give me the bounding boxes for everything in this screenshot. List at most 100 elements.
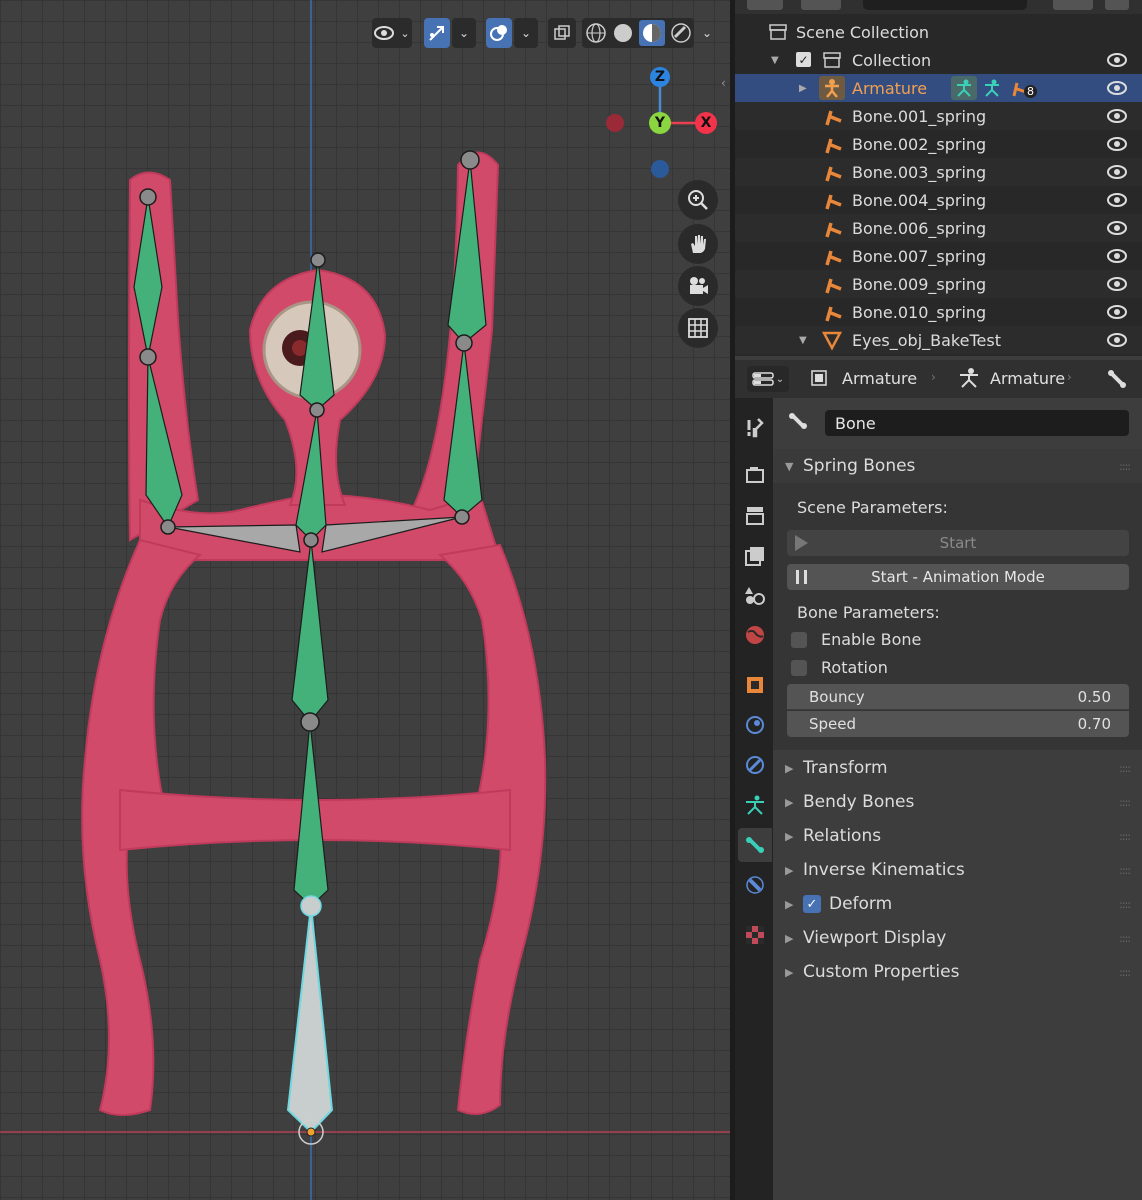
camera-view-button[interactable] — [678, 266, 718, 306]
custom-properties-panel-header[interactable]: ▶ Custom Properties — [785, 962, 959, 982]
gizmo-toggle-button[interactable] — [424, 18, 450, 48]
filter-dropdown-button[interactable] — [801, 0, 841, 10]
outliner-row-bone[interactable]: Bone.007_spring — [735, 242, 1142, 270]
eye-icon[interactable] — [1105, 330, 1129, 350]
gizmo-neg-x-axis[interactable] — [606, 114, 624, 132]
3d-viewport[interactable]: ⌄ ⌄ ⌄ ⌄ ‹ Z Y X — [0, 0, 730, 1200]
material-shading-button[interactable] — [638, 20, 665, 46]
eye-icon[interactable] — [1105, 162, 1129, 182]
editor-type-button[interactable]: ⌄ — [747, 366, 789, 392]
tab-world[interactable] — [738, 618, 772, 652]
eye-icon[interactable] — [1105, 246, 1129, 266]
row-label: Bone.006_spring — [852, 218, 987, 238]
tab-texture[interactable] — [738, 918, 772, 952]
tab-render[interactable] — [738, 458, 772, 492]
eye-icon[interactable] — [1105, 78, 1129, 98]
tab-object[interactable] — [738, 668, 772, 702]
shading-dropdown-button[interactable]: ⌄ — [696, 18, 718, 48]
eye-icon[interactable] — [1105, 274, 1129, 294]
eye-icon[interactable] — [1105, 218, 1129, 238]
deform-checkbox[interactable]: ✓ — [803, 895, 821, 913]
rendered-shading-icon[interactable] — [670, 22, 692, 44]
outliner-row-bone[interactable]: Bone.004_spring — [735, 186, 1142, 214]
tab-view-layer[interactable] — [738, 538, 772, 572]
outliner-row-bone[interactable]: Bone.006_spring — [735, 214, 1142, 242]
ortho-toggle-button[interactable] — [678, 308, 718, 348]
outliner-row-bone[interactable]: Bone.010_spring — [735, 298, 1142, 326]
solid-shading-icon[interactable] — [612, 22, 634, 44]
new-collection-button[interactable] — [1105, 0, 1129, 10]
eye-icon[interactable] — [1105, 190, 1129, 210]
start-button[interactable]: Start — [787, 530, 1129, 556]
gizmo-y-axis[interactable]: Y — [649, 112, 671, 134]
zoom-button[interactable] — [678, 180, 718, 220]
tab-output[interactable] — [738, 498, 772, 532]
enable-bone-checkbox[interactable] — [791, 632, 807, 648]
tab-modifiers[interactable] — [738, 708, 772, 742]
drag-handle-icon[interactable]: :::: — [1119, 898, 1131, 911]
filter-button[interactable] — [1053, 0, 1093, 10]
display-mode-button[interactable] — [747, 0, 783, 10]
collection-checkbox[interactable]: ✓ — [796, 52, 811, 67]
drag-handle-icon[interactable]: :::: — [1119, 460, 1131, 473]
tab-armature-data[interactable] — [738, 788, 772, 822]
expand-arrow-icon[interactable]: ▶ — [799, 83, 807, 94]
search-input[interactable] — [863, 0, 1027, 10]
tab-constraints[interactable] — [738, 748, 772, 782]
tab-bone-constraints[interactable] — [738, 868, 772, 902]
eye-icon[interactable] — [1105, 50, 1129, 70]
overlay-dropdown-button[interactable]: ⌄ — [514, 18, 538, 48]
speed-field[interactable]: Speed 0.70 — [787, 711, 1129, 737]
tab-scene[interactable] — [738, 578, 772, 612]
pan-button[interactable] — [678, 224, 718, 264]
drag-handle-icon[interactable]: :::: — [1119, 864, 1131, 877]
tab-tool[interactable] — [738, 410, 772, 444]
outliner-row-bone[interactable]: Bone.002_spring — [735, 130, 1142, 158]
outliner-row-mesh[interactable]: ▼ Eyes_obj_BakeTest — [735, 326, 1142, 354]
relations-panel-header[interactable]: ▶ Relations — [785, 826, 881, 846]
expand-arrow-icon[interactable]: ▼ — [771, 55, 779, 66]
drag-handle-icon[interactable]: :::: — [1119, 830, 1131, 843]
gizmo-z-axis[interactable]: Z — [650, 67, 670, 87]
outliner-row-bone[interactable]: Bone.001_spring — [735, 102, 1142, 130]
eye-icon[interactable] — [1105, 106, 1129, 126]
eye-icon[interactable] — [1105, 134, 1129, 154]
gizmo-x-axis[interactable]: X — [695, 112, 717, 134]
xray-toggle-button[interactable] — [548, 18, 576, 48]
expand-arrow-icon[interactable]: ▼ — [799, 335, 807, 346]
bendy-bones-panel-header[interactable]: ▶ Bendy Bones — [785, 792, 914, 812]
overlay-toggle-button[interactable] — [486, 18, 512, 48]
outliner-row-collection[interactable]: ▼ ✓ Collection — [735, 46, 1142, 74]
view-layer-icon — [745, 547, 764, 566]
bouncy-label: Bouncy — [809, 687, 865, 706]
outliner-row-scene-collection[interactable]: Scene Collection — [735, 18, 1142, 46]
visibility-toggle-button[interactable]: ⌄ — [372, 18, 412, 48]
gizmo-dropdown-button[interactable]: ⌄ — [452, 18, 476, 48]
outliner-row-bone[interactable]: Bone.009_spring — [735, 270, 1142, 298]
spring-bones-title[interactable]: ▼ Spring Bones — [785, 456, 915, 476]
pose-mode-icon[interactable] — [951, 76, 977, 100]
drag-handle-icon[interactable]: :::: — [1119, 966, 1131, 979]
row-label: Bone.010_spring — [852, 302, 987, 322]
tab-bone[interactable] — [738, 828, 772, 862]
gizmo-neg-z-axis[interactable] — [651, 160, 669, 178]
bouncy-field[interactable]: Bouncy 0.50 — [787, 684, 1129, 710]
drag-handle-icon[interactable]: :::: — [1119, 762, 1131, 775]
enable-bone-label[interactable]: Enable Bone — [821, 630, 921, 649]
viewport-display-panel-header[interactable]: ▶ Viewport Display — [785, 928, 946, 948]
rotation-checkbox[interactable] — [791, 660, 807, 676]
drag-handle-icon[interactable]: :::: — [1119, 796, 1131, 809]
eye-icon[interactable] — [1105, 302, 1129, 322]
row-label: Bone.007_spring — [852, 246, 987, 266]
drag-handle-icon[interactable]: :::: — [1119, 932, 1131, 945]
inverse-kinematics-panel-header[interactable]: ▶ Inverse Kinematics — [785, 860, 965, 880]
start-animation-mode-button[interactable]: Start - Animation Mode — [787, 564, 1129, 590]
outliner-row-bone[interactable]: Bone.003_spring — [735, 158, 1142, 186]
armature-data-icon[interactable] — [981, 77, 1003, 99]
deform-panel-header[interactable]: ▶ ✓ Deform — [785, 894, 892, 914]
outliner-row-armature[interactable]: ▶ Armature 8 — [735, 74, 1142, 102]
wireframe-shading-icon[interactable] — [585, 22, 607, 44]
rotation-label[interactable]: Rotation — [821, 658, 888, 677]
transform-panel-header[interactable]: ▶ Transform — [785, 758, 888, 778]
bone-name-field[interactable]: Bone — [825, 410, 1129, 436]
